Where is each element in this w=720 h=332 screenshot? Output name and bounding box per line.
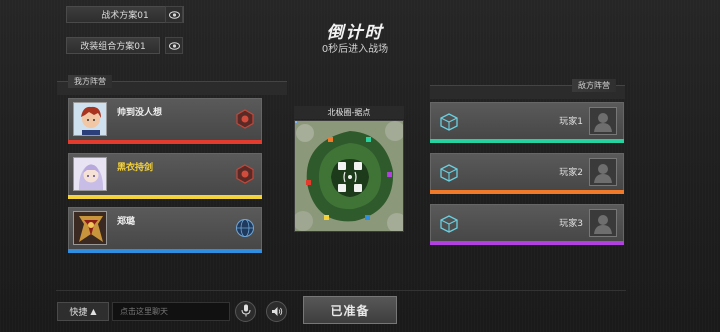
unknown-player-avatar-icon xyxy=(589,209,617,237)
ally-team-color-bar-3 xyxy=(68,249,262,253)
red-hex-emblem-icon xyxy=(235,109,255,129)
quick-chat-label: 快捷 xyxy=(69,308,88,318)
ally-team-color-bar-1 xyxy=(68,140,262,144)
mod-combo-scheme-button[interactable]: 改装组合方案01 xyxy=(66,37,160,54)
ally-card-2[interactable]: 黑衣持剑 xyxy=(68,153,262,199)
cube-icon xyxy=(439,163,459,183)
speaker-button[interactable] xyxy=(266,301,287,322)
game-lobby-screen: 战术方案01 改装组合方案01 倒计时 0秒后进入战场 我方阵营 敌方阵营 帅到… xyxy=(0,0,720,332)
enemy-section-label: 敌方阵营 xyxy=(572,79,616,92)
ally-section-label: 我方阵营 xyxy=(68,75,112,88)
microphone-icon xyxy=(241,302,251,321)
enemy-name-1: 玩家1 xyxy=(559,117,583,127)
speaker-icon xyxy=(271,302,283,321)
enemy-name-3: 玩家3 xyxy=(559,219,583,229)
avatar xyxy=(73,211,107,245)
mod-combo-scheme-eye-icon[interactable] xyxy=(165,37,183,54)
enemy-team-color-bar-3 xyxy=(430,241,624,245)
tactical-scheme-label: 战术方案01 xyxy=(101,11,149,21)
enemy-team-color-bar-2 xyxy=(430,190,624,194)
minimap xyxy=(294,120,404,232)
triangle-up-icon: ▲ xyxy=(90,307,97,316)
ally-name-3: 郑璐 xyxy=(117,217,136,227)
mod-combo-scheme-label: 改装组合方案01 xyxy=(80,42,146,52)
enemy-name-2: 玩家2 xyxy=(559,168,583,178)
chat-placeholder: 点击这里聊天 xyxy=(120,307,168,316)
microphone-button[interactable] xyxy=(235,301,256,322)
globe-emblem-icon xyxy=(235,218,255,238)
unknown-player-avatar-icon xyxy=(589,107,617,135)
map-title: 北极圈-据点 xyxy=(294,106,404,119)
ally-name-2: 黑衣持剑 xyxy=(117,163,154,173)
enemy-card-1[interactable]: 玩家1 xyxy=(430,102,624,143)
quick-chat-button[interactable]: 快捷 ▲ xyxy=(57,302,109,321)
ready-button[interactable]: 已准备 xyxy=(303,296,397,324)
cube-icon xyxy=(439,112,459,132)
tactical-scheme-eye-icon[interactable] xyxy=(165,6,183,23)
red-hex-emblem-icon xyxy=(235,164,255,184)
enemy-card-3[interactable]: 玩家3 xyxy=(430,204,624,245)
chat-input[interactable]: 点击这里聊天 xyxy=(112,302,230,321)
enemy-card-2[interactable]: 玩家2 xyxy=(430,153,624,194)
avatar xyxy=(73,102,107,136)
cube-icon xyxy=(439,214,459,234)
unknown-player-avatar-icon xyxy=(589,158,617,186)
enemy-team-color-bar-1 xyxy=(430,139,624,143)
countdown-subtitle: 0秒后进入战场 xyxy=(321,44,389,55)
ally-card-3[interactable]: 郑璐 xyxy=(68,207,262,253)
ally-name-1: 帅到没人想 xyxy=(117,108,163,118)
ally-team-color-bar-2 xyxy=(68,195,262,199)
bottom-divider xyxy=(56,290,626,291)
ally-card-1[interactable]: 帅到没人想 xyxy=(68,98,262,144)
ready-label: 已准备 xyxy=(330,303,370,318)
avatar xyxy=(73,157,107,191)
